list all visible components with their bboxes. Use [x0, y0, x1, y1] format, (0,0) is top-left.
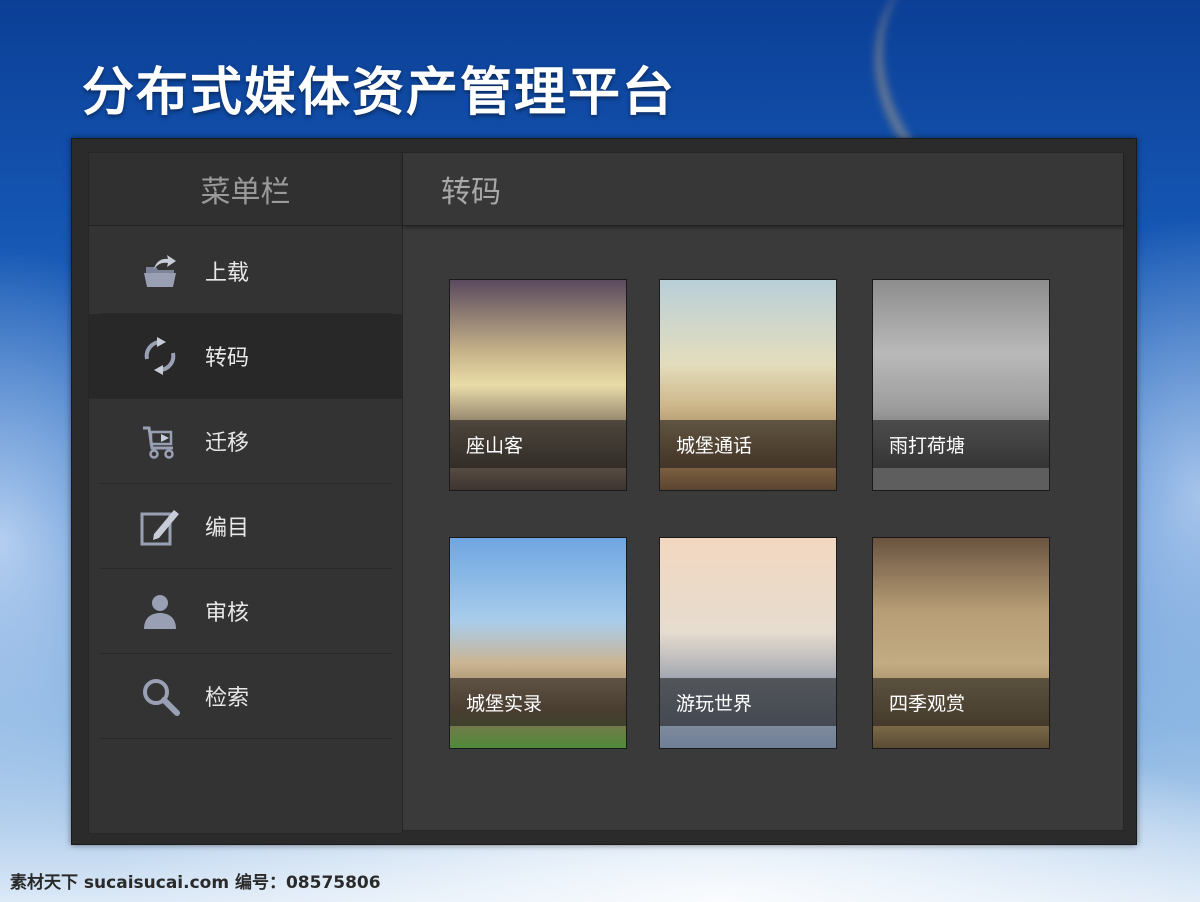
sidebar-item-label: 审核	[205, 601, 250, 626]
cart-transfer-icon	[137, 418, 183, 464]
sidebar-item-transcode[interactable]: 转码	[89, 314, 404, 399]
sidebar-item-label: 编目	[205, 516, 250, 541]
page-title: 转码	[403, 153, 1123, 226]
tile-caption: 城堡通话	[660, 420, 836, 468]
tile-caption: 座山客	[450, 420, 626, 468]
user-icon	[137, 588, 183, 634]
edit-icon	[137, 503, 183, 549]
sidebar-header: 菜单栏	[89, 153, 402, 226]
media-tile[interactable]: 城堡实录	[449, 537, 627, 749]
refresh-icon	[137, 333, 183, 379]
media-tile[interactable]: 城堡通话	[659, 279, 837, 491]
sidebar-item-label: 迁移	[205, 431, 250, 456]
sidebar-item-search[interactable]: 检索	[99, 654, 392, 739]
app-title: 分布式媒体资产管理平台	[82, 62, 677, 123]
media-tile[interactable]: 游玩世界	[659, 537, 837, 749]
tile-caption: 游玩世界	[660, 678, 836, 726]
media-tile[interactable]: 四季观赏	[872, 537, 1050, 749]
sidebar-item-label: 上载	[205, 261, 250, 286]
search-icon	[137, 673, 183, 719]
watermark-text: 素材天下 sucaisucai.com 编号：08575806	[10, 873, 381, 893]
sidebar-item-label: 转码	[205, 346, 250, 371]
app-frame: 菜单栏 上载 转码 迁移 编目 审核 检索 转码 座山客 城堡通话 雨打荷塘 城…	[71, 138, 1137, 845]
sidebar-item-migrate[interactable]: 迁移	[99, 399, 392, 484]
sidebar: 菜单栏 上载 转码 迁移 编目 审核 检索	[88, 152, 404, 834]
upload-icon	[137, 248, 183, 294]
media-tile[interactable]: 雨打荷塘	[872, 279, 1050, 491]
tile-caption: 城堡实录	[450, 678, 626, 726]
sidebar-menu: 上载 转码 迁移 编目 审核 检索	[89, 229, 404, 739]
sidebar-item-review[interactable]: 审核	[99, 569, 392, 654]
sidebar-item-catalog[interactable]: 编目	[99, 484, 392, 569]
sidebar-item-upload[interactable]: 上载	[99, 229, 392, 314]
main-content: 转码 座山客 城堡通话 雨打荷塘 城堡实录 游玩世界 四季观赏	[402, 152, 1124, 831]
media-tile[interactable]: 座山客	[449, 279, 627, 491]
sidebar-item-label: 检索	[205, 686, 250, 711]
tile-caption: 四季观赏	[873, 678, 1049, 726]
tile-caption: 雨打荷塘	[873, 420, 1049, 468]
